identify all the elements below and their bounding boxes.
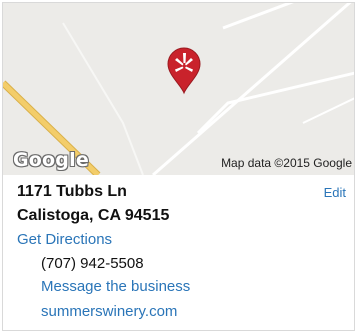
yelp-burst-icon[interactable] (164, 45, 204, 95)
city-state-zip: Calistoga, CA 94515 (17, 207, 170, 224)
message-business-link[interactable]: Message the business (41, 278, 190, 295)
location-map[interactable]: Google Map data ©2015 Google (3, 3, 354, 175)
edit-link[interactable]: Edit (324, 185, 346, 200)
business-info-card: Google Map data ©2015 Google 1171 Tubbs … (2, 2, 355, 331)
phone-number: (707) 942-5508 (41, 255, 144, 272)
map-attribution: Map data ©2015 Google (221, 156, 352, 170)
google-logo: Google (13, 149, 89, 171)
website-link[interactable]: summerswinery.com (41, 303, 177, 320)
street-address: 1171 Tubbs Ln (17, 183, 127, 200)
get-directions-link[interactable]: Get Directions (17, 231, 112, 248)
